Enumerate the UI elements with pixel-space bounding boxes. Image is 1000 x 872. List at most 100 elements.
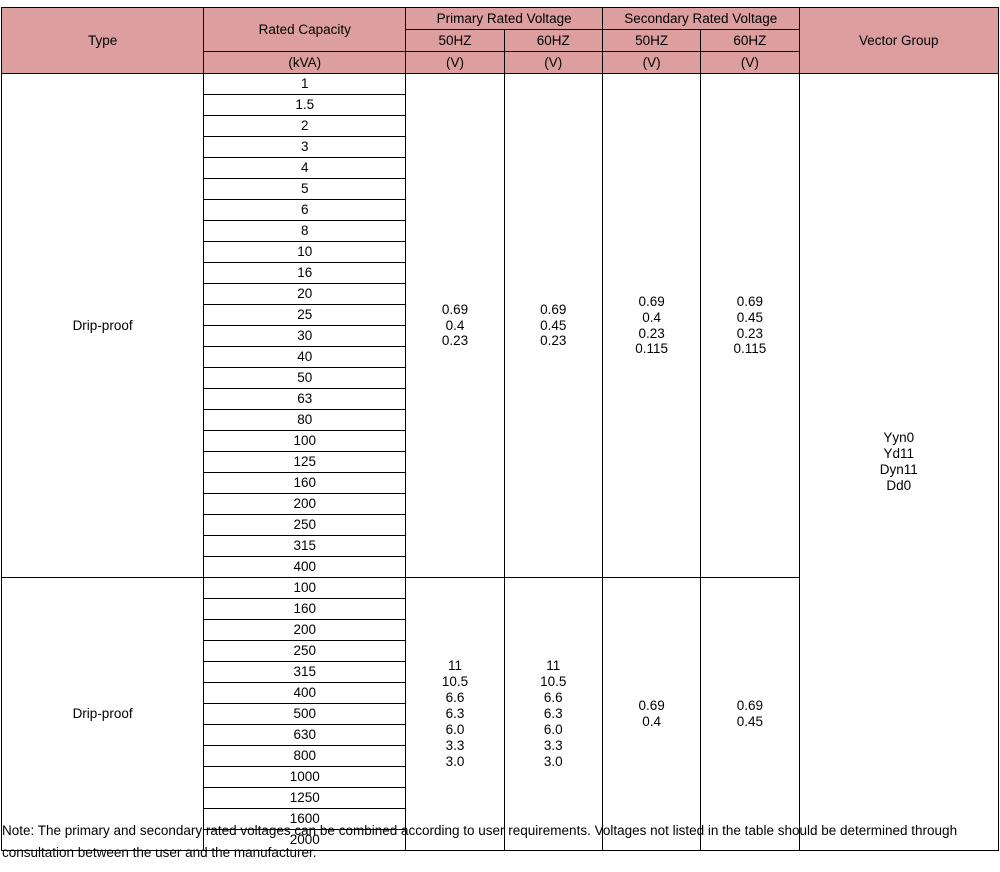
vector-group-value: Dd0 xyxy=(886,477,912,493)
cell-rated-capacity: 80 xyxy=(203,409,407,431)
cell-rated-capacity: 3 xyxy=(203,136,407,158)
cell-rated-capacity: 630 xyxy=(203,724,407,746)
cell-rated-capacity: 6 xyxy=(203,199,407,221)
cell-primary-50hz: 0.69 0.4 0.23 xyxy=(405,73,505,578)
voltage-value: 0.69 xyxy=(441,301,469,317)
spec-sheet: Type Rated Capacity Primary Rated Voltag… xyxy=(0,0,1000,872)
header-primary-50hz-unit: (V) xyxy=(405,51,505,74)
vector-group-value: Yd11 xyxy=(883,446,915,462)
voltage-value: 10.5 xyxy=(441,674,469,690)
cell-rated-capacity: 400 xyxy=(203,556,407,578)
header-primary-50hz: 50HZ xyxy=(405,29,505,52)
header-type: Type xyxy=(0,7,205,74)
cell-rated-capacity: 20 xyxy=(203,283,407,305)
voltage-value: 10.5 xyxy=(540,674,567,690)
voltage-value: 0.115 xyxy=(733,341,767,357)
header-secondary-60hz: 60HZ xyxy=(700,29,800,52)
cell-rated-capacity: 250 xyxy=(203,514,407,536)
voltage-value: 3.3 xyxy=(445,737,465,753)
cell-type: Drip-proof xyxy=(0,577,205,851)
cell-secondary-60hz: 0.69 0.45 0.23 0.115 xyxy=(700,73,800,578)
header-primary-60hz: 60HZ xyxy=(503,29,603,52)
cell-rated-capacity: 1250 xyxy=(203,787,407,809)
cell-rated-capacity: 100 xyxy=(203,577,407,599)
cell-rated-capacity: 160 xyxy=(203,598,407,620)
transformer-spec-table: Type Rated Capacity Primary Rated Voltag… xyxy=(0,7,1000,851)
voltage-value: 0.69 xyxy=(540,301,567,317)
cell-secondary-60hz: 0.69 0.45 xyxy=(700,577,800,851)
cell-rated-capacity: 5 xyxy=(203,178,407,200)
header-primary-rated-voltage: Primary Rated Voltage xyxy=(405,7,603,30)
voltage-value: 0.115 xyxy=(635,341,668,357)
voltage-value: 6.3 xyxy=(445,706,465,722)
voltage-value: 0.69 xyxy=(638,293,665,309)
voltage-value: 3.0 xyxy=(445,753,465,769)
cell-rated-capacity: 63 xyxy=(203,388,407,410)
voltage-value: 0.4 xyxy=(642,714,661,729)
header-primary-60hz-unit: (V) xyxy=(503,51,603,74)
cell-primary-60hz: 11 10.5 6.6 6.3 6.0 3.3 3.0 xyxy=(503,577,603,851)
voltage-value: 0.69 xyxy=(638,698,665,714)
table-header: Type Rated Capacity Primary Rated Voltag… xyxy=(0,7,1000,74)
header-secondary-60hz-unit: (V) xyxy=(700,51,800,74)
cell-rated-capacity: 125 xyxy=(203,451,407,473)
voltage-value: 0.45 xyxy=(736,309,764,325)
voltage-value: 6.3 xyxy=(543,706,563,722)
header-capacity-unit: (kVA) xyxy=(203,51,407,74)
vector-group-value: Yyn0 xyxy=(883,430,915,446)
cell-rated-capacity: 30 xyxy=(203,325,407,347)
cell-rated-capacity: 1.5 xyxy=(203,94,407,116)
cell-rated-capacity: 10 xyxy=(203,241,407,263)
cell-secondary-50hz: 0.69 0.4 0.23 0.115 xyxy=(601,73,702,578)
header-secondary-50hz: 50HZ xyxy=(601,29,702,52)
cell-rated-capacity: 315 xyxy=(203,535,407,557)
cell-secondary-50hz: 0.69 0.4 xyxy=(601,577,702,851)
cell-rated-capacity: 50 xyxy=(203,367,407,389)
header-secondary-50hz-unit: (V) xyxy=(601,51,702,74)
voltage-value: 6.0 xyxy=(445,721,465,737)
vector-group-value: Dyn11 xyxy=(879,462,918,477)
cell-primary-60hz: 0.69 0.45 0.23 xyxy=(503,73,603,578)
voltage-value: 0.23 xyxy=(540,333,567,349)
cell-rated-capacity: 500 xyxy=(203,703,407,725)
voltage-value: 11 xyxy=(447,658,462,674)
table-body: Drip-proof 1 0.69 0.4 0.23 0.69 0.45 0.23 0.69 0.… xyxy=(0,73,1000,851)
header-vector-group: Vector Group xyxy=(798,7,1000,74)
cell-rated-capacity: 40 xyxy=(203,346,407,368)
cell-rated-capacity: 200 xyxy=(203,493,407,515)
cell-rated-capacity: 315 xyxy=(203,661,407,683)
cell-rated-capacity: 200 xyxy=(203,619,407,641)
cell-rated-capacity: 400 xyxy=(203,682,407,704)
voltage-value: 0.69 xyxy=(736,698,764,714)
cell-rated-capacity: 16 xyxy=(203,262,407,284)
voltage-value: 6.0 xyxy=(543,721,563,737)
cell-rated-capacity: 160 xyxy=(203,472,407,494)
voltage-value: 3.3 xyxy=(543,737,563,753)
cell-rated-capacity: 1 xyxy=(203,73,407,95)
voltage-value: 0.45 xyxy=(736,714,764,729)
cell-primary-50hz: 11 10.5 6.6 6.3 6.0 3.3 3.0 xyxy=(405,577,505,851)
voltage-value: 0.23 xyxy=(638,325,665,341)
cell-rated-capacity: 2 xyxy=(203,115,407,137)
cell-rated-capacity: 1000 xyxy=(203,766,407,788)
voltage-value: 0.69 xyxy=(736,293,764,309)
voltage-value: 0.4 xyxy=(445,317,465,333)
voltage-value: 0.23 xyxy=(441,333,469,349)
table-row: Drip-proof 1 0.69 0.4 0.23 0.69 0.45 0.23 0.69 0.… xyxy=(0,73,1000,851)
voltage-value: 0.4 xyxy=(642,309,661,325)
cell-rated-capacity: 100 xyxy=(203,430,407,452)
voltage-value: 11 xyxy=(546,658,561,674)
cell-vector-group: Yyn0 Yd11 Dyn11 Dd0 xyxy=(798,73,1000,851)
cell-rated-capacity: 25 xyxy=(203,304,407,326)
header-secondary-rated-voltage: Secondary Rated Voltage xyxy=(601,7,800,30)
voltage-value: 0.45 xyxy=(540,317,567,333)
cell-type: Drip-proof xyxy=(0,73,205,578)
voltage-value: 6.6 xyxy=(543,690,563,706)
cell-rated-capacity: 4 xyxy=(203,157,407,179)
cell-rated-capacity: 800 xyxy=(203,745,407,767)
voltage-value: 0.23 xyxy=(736,325,764,341)
table-note: Note: The primary and secondary rated vo… xyxy=(2,823,958,860)
header-rated-capacity: Rated Capacity xyxy=(203,7,407,52)
voltage-value: 3.0 xyxy=(543,753,563,769)
cell-rated-capacity: 250 xyxy=(203,640,407,662)
